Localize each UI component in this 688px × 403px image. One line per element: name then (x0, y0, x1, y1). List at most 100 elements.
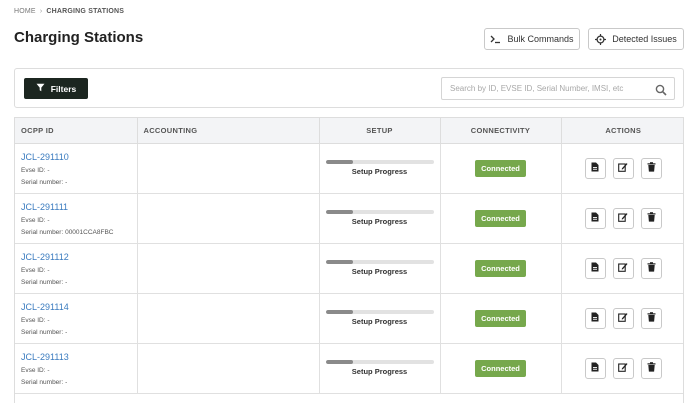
view-document-button[interactable] (584, 357, 606, 379)
setup-progress-label: Setup Progress (351, 267, 408, 276)
view-document-button[interactable] (584, 157, 606, 179)
setup-progress-label: Setup Progress (351, 217, 408, 226)
setup-progress-label: Setup Progress (351, 317, 408, 326)
ocpp-id-link[interactable]: JCL-291113 (21, 352, 137, 362)
actions-cell (561, 293, 683, 344)
view-document-button[interactable] (584, 257, 606, 279)
trash-icon (647, 162, 656, 174)
table-header-row: OCPP ID ACCOUNTING SETUP CONNECTIVITY AC… (15, 118, 683, 144)
setup-progress-fill (325, 210, 353, 214)
edit-button[interactable] (612, 207, 634, 229)
ocpp-cell: JCL-291112 Evse ID: - Serial number: - (15, 243, 138, 294)
column-header-ocpp-id[interactable]: OCPP ID (15, 118, 138, 144)
edit-icon (618, 262, 628, 274)
document-icon (591, 312, 599, 324)
breadcrumb-home[interactable]: HOME (14, 8, 36, 15)
ocpp-id-link[interactable]: JCL-291114 (21, 302, 137, 312)
accounting-cell (137, 143, 320, 194)
filter-panel: Filters (14, 68, 684, 108)
ocpp-id-link[interactable]: JCL-291112 (21, 252, 137, 262)
actions-cell (561, 193, 683, 244)
ocpp-id-link[interactable]: JCL-291111 (21, 202, 137, 212)
setup-progress-bar (325, 310, 434, 314)
column-header-setup[interactable]: SETUP (319, 118, 441, 144)
crosshair-icon (595, 33, 607, 45)
edit-button[interactable] (612, 357, 634, 379)
status-badge: Connected (475, 159, 526, 177)
setup-progress-bar (325, 210, 434, 214)
view-document-button[interactable] (584, 207, 606, 229)
trash-icon (647, 312, 656, 324)
setup-progress-bar (325, 160, 434, 164)
column-header-actions: ACTIONS (561, 118, 683, 144)
document-icon (591, 212, 599, 224)
ocpp-cell: JCL-291110 Evse ID: - Serial number: - (15, 143, 138, 194)
breadcrumb-current: CHARGING STATIONS (46, 8, 125, 15)
connectivity-cell: Connected (440, 343, 562, 394)
setup-progress-label: Setup Progress (351, 167, 408, 176)
edit-icon (618, 162, 628, 174)
setup-cell: Setup Progress (319, 243, 441, 294)
status-badge: Connected (475, 259, 526, 277)
setup-progress-fill (325, 160, 353, 164)
setup-cell: Setup Progress (319, 293, 441, 344)
setup-progress-label: Setup Progress (351, 367, 408, 376)
stations-table: OCPP ID ACCOUNTING SETUP CONNECTIVITY AC… (14, 117, 684, 403)
serial-number-text: Serial number: 00001CCA8FBC (21, 228, 114, 236)
status-badge: Connected (475, 359, 526, 377)
funnel-icon (36, 83, 45, 94)
evse-id-text: Evse ID: - (21, 266, 50, 274)
serial-number-text: Serial number: - (21, 278, 68, 286)
serial-number-text: Serial number: - (21, 328, 68, 336)
delete-button[interactable] (640, 157, 662, 179)
accounting-cell (137, 243, 320, 294)
connectivity-cell: Connected (440, 293, 562, 344)
table-row: JCL-291113 Evse ID: - Serial number: - S… (15, 343, 683, 394)
accounting-cell (137, 293, 320, 344)
accounting-cell (137, 193, 320, 244)
connectivity-cell: Connected (440, 243, 562, 294)
filters-button[interactable]: Filters (24, 78, 88, 99)
search-icon[interactable] (655, 83, 667, 101)
setup-progress-bar (325, 360, 434, 364)
edit-icon (618, 362, 628, 374)
setup-cell: Setup Progress (319, 343, 441, 394)
view-document-button[interactable] (584, 307, 606, 329)
trash-icon (647, 362, 656, 374)
edit-button[interactable] (612, 307, 634, 329)
edit-icon (618, 212, 628, 224)
delete-button[interactable] (640, 257, 662, 279)
bulk-commands-label: Bulk Commands (507, 34, 574, 44)
setup-cell: Setup Progress (319, 193, 441, 244)
delete-button[interactable] (640, 207, 662, 229)
actions-cell (561, 343, 683, 394)
edit-button[interactable] (612, 157, 634, 179)
table-row: JCL-291110 Evse ID: - Serial number: - S… (15, 143, 683, 194)
search-box (441, 77, 675, 100)
setup-progress-fill (325, 260, 353, 264)
setup-cell: Setup Progress (319, 143, 441, 194)
actions-cell (561, 143, 683, 194)
evse-id-text: Evse ID: - (21, 366, 50, 374)
detected-issues-label: Detected Issues (612, 34, 677, 44)
actions-cell (561, 243, 683, 294)
filters-label: Filters (50, 83, 77, 94)
edit-button[interactable] (612, 257, 634, 279)
delete-button[interactable] (640, 307, 662, 329)
breadcrumb: HOME › CHARGING STATIONS (14, 8, 124, 15)
ocpp-cell: JCL-291114 Evse ID: - Serial number: - (15, 293, 138, 344)
column-header-accounting[interactable]: ACCOUNTING (137, 118, 320, 144)
bulk-commands-button[interactable]: Bulk Commands (484, 28, 580, 50)
breadcrumb-separator: › (39, 8, 43, 15)
search-input[interactable] (442, 78, 647, 99)
connectivity-cell: Connected (440, 143, 562, 194)
detected-issues-button[interactable]: Detected Issues (588, 28, 684, 50)
serial-number-text: Serial number: - (21, 178, 68, 186)
setup-progress-fill (325, 360, 353, 364)
document-icon (591, 162, 599, 174)
table-row: JCL-291111 Evse ID: - Serial number: 000… (15, 193, 683, 244)
table-row: JCL-291114 Evse ID: - Serial number: - S… (15, 293, 683, 344)
ocpp-id-link[interactable]: JCL-291110 (21, 152, 137, 162)
delete-button[interactable] (640, 357, 662, 379)
column-header-connectivity[interactable]: CONNECTIVITY (440, 118, 562, 144)
